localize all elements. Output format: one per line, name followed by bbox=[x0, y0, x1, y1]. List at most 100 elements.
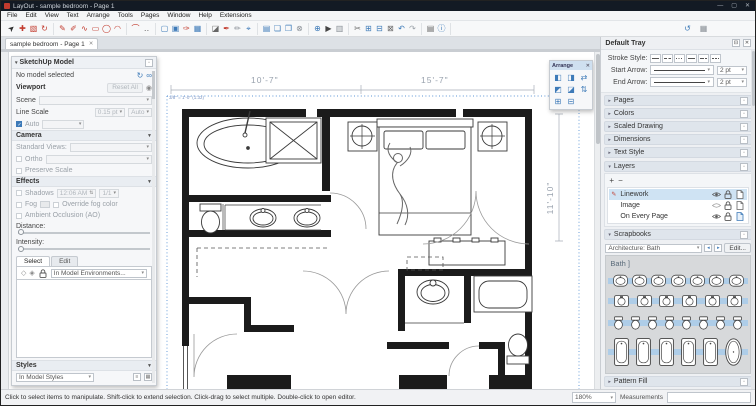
scrapbook-item-sink-oval[interactable] bbox=[690, 274, 705, 287]
freehand-tool-icon[interactable]: ∿ bbox=[79, 23, 90, 34]
cut-icon[interactable]: ✂ bbox=[352, 23, 363, 34]
send-to-back-icon[interactable]: ◩ bbox=[552, 84, 564, 95]
scrapbook-next-icon[interactable]: ▸ bbox=[714, 244, 722, 252]
scrapbook-item-tub[interactable] bbox=[703, 338, 718, 366]
bring-to-front-icon[interactable]: ◧ bbox=[552, 72, 564, 83]
space-objects-icon[interactable]: ⊟ bbox=[565, 96, 577, 107]
zoom-level-select[interactable]: 180%▾ bbox=[572, 392, 616, 403]
scrapbook-prev-icon[interactable]: ◂ bbox=[704, 244, 712, 252]
zoom-rectangle-tool-icon[interactable]: ▢ bbox=[159, 23, 170, 34]
undock-icon[interactable]: ▫ bbox=[740, 97, 748, 105]
layer-lock-icon[interactable] bbox=[723, 212, 733, 221]
pencil-tool-icon[interactable]: ✏ bbox=[232, 23, 243, 34]
duplicate-page-icon[interactable]: ❐ bbox=[283, 23, 294, 34]
ortho-scale-select[interactable]: ▾ bbox=[46, 155, 152, 164]
styles-list-view-icon[interactable]: ≡ bbox=[133, 373, 141, 381]
scrapbook-item-toilet[interactable] bbox=[681, 316, 692, 330]
stroke-dash-dot-button[interactable] bbox=[698, 54, 709, 63]
delete-page-icon[interactable]: ⊗ bbox=[294, 23, 305, 34]
circle-tool-icon[interactable]: ◯ bbox=[101, 23, 112, 34]
ambient-occlusion-checkbox[interactable] bbox=[16, 213, 22, 219]
styles-select[interactable]: In Model Styles▾ bbox=[16, 373, 94, 382]
layer-share-icon[interactable] bbox=[735, 190, 745, 199]
tray-pin-icon[interactable]: ⊡ bbox=[732, 39, 740, 47]
environment-icon[interactable]: ◇ bbox=[21, 269, 26, 277]
layer-lock-icon[interactable] bbox=[723, 190, 733, 199]
intensity-slider[interactable] bbox=[18, 248, 150, 250]
rectangle-tool-icon[interactable]: ▭ bbox=[90, 23, 101, 34]
scrapbook-item-toilet[interactable] bbox=[732, 316, 743, 330]
menu-arrange[interactable]: Arrange bbox=[83, 12, 114, 19]
scrapbook-item-sink-oval[interactable] bbox=[613, 274, 628, 287]
tray-scrollbar[interactable] bbox=[751, 50, 755, 389]
scrapbook-item-tub[interactable] bbox=[659, 338, 674, 366]
scrapbook-item-sink-basin[interactable] bbox=[682, 295, 697, 307]
save-template-icon[interactable]: ▥ bbox=[334, 23, 345, 34]
eraser-tool-icon[interactable]: ◪ bbox=[210, 23, 221, 34]
pattern-fill-undock-icon[interactable]: ▫ bbox=[740, 378, 748, 386]
layer-lock-icon[interactable] bbox=[723, 201, 733, 210]
insert-image-icon[interactable]: ▤ bbox=[261, 23, 272, 34]
scrapbook-item-tub[interactable] bbox=[636, 338, 651, 366]
tray-section-text-style[interactable]: ▸Text Style▫ bbox=[604, 147, 752, 158]
undock-icon[interactable]: ▫ bbox=[740, 149, 748, 157]
scrapbooks-undock-icon[interactable]: ▫ bbox=[740, 231, 748, 239]
layer-row-on-every-page[interactable]: On Every Page bbox=[609, 211, 747, 222]
label-tool-icon[interactable]: ▣ bbox=[170, 23, 181, 34]
undock-icon[interactable]: ▫ bbox=[740, 136, 748, 144]
measurements-input[interactable] bbox=[667, 392, 751, 403]
layer-row-image[interactable]: Image bbox=[609, 200, 747, 211]
reset-all-button[interactable]: Reset All bbox=[107, 83, 143, 93]
environment-lock-icon[interactable] bbox=[38, 269, 48, 278]
shadow-date-select[interactable]: 1/1▾ bbox=[99, 189, 119, 198]
layer-visibility-icon[interactable] bbox=[711, 213, 721, 220]
auto-render-checkbox[interactable] bbox=[16, 121, 22, 127]
refresh-icon[interactable]: ↻ bbox=[137, 71, 144, 80]
move-forward-icon[interactable]: ◨ bbox=[565, 72, 577, 83]
pattern-fill-section[interactable]: ▸ Pattern Fill ▫ bbox=[604, 376, 752, 387]
style-picker-tool-icon[interactable]: ⌖ bbox=[243, 23, 254, 34]
split-tool-icon[interactable]: ▧ bbox=[28, 23, 39, 34]
scrapbook-item-sink-basin[interactable] bbox=[727, 295, 742, 307]
scrapbook-item-tub-oval[interactable] bbox=[725, 338, 742, 366]
close-button[interactable]: ✕ bbox=[745, 3, 750, 9]
menu-tools[interactable]: Tools bbox=[114, 12, 137, 19]
send-to-sketchup-icon[interactable]: ↺ bbox=[682, 23, 693, 34]
arrange-close-icon[interactable]: ✕ bbox=[586, 63, 590, 69]
stroke-dot-button[interactable] bbox=[674, 54, 685, 63]
menu-file[interactable]: File bbox=[3, 12, 21, 19]
tray-header[interactable]: Default Tray ⊡ ✕ bbox=[601, 37, 755, 50]
scrapbook-item-toilet[interactable] bbox=[698, 316, 709, 330]
end-arrow-size-select[interactable]: 2 pt▾ bbox=[717, 78, 747, 87]
layers-undock-icon[interactable]: ▫ bbox=[740, 163, 748, 171]
move-backward-icon[interactable]: ◪ bbox=[565, 84, 577, 95]
styles-grid-view-icon[interactable]: ▦ bbox=[144, 373, 152, 381]
drawing-canvas[interactable]: 10'-7" 15'-7" 11'-10" 3/8" = 1'-0" (1:32… bbox=[1, 49, 600, 389]
add-page-icon[interactable]: ❏ bbox=[272, 23, 283, 34]
styles-section-header[interactable]: Styles▼ bbox=[12, 360, 156, 371]
menu-text[interactable]: Text bbox=[63, 12, 83, 19]
standard-views-select[interactable]: ▾ bbox=[70, 143, 152, 152]
layer-share-icon[interactable] bbox=[735, 201, 745, 210]
environments-select[interactable]: In Model Environments...▾ bbox=[51, 269, 147, 278]
tray-section-scaled-drawing[interactable]: ▸Scaled Drawing▫ bbox=[604, 121, 752, 132]
arc-tool-icon[interactable]: ◠ bbox=[112, 23, 123, 34]
start-arrow-size-select[interactable]: 2 pt▾ bbox=[717, 66, 747, 75]
start-arrow-style-select[interactable]: ▾ bbox=[650, 65, 714, 75]
ink-pen-tool-icon[interactable]: ✒ bbox=[221, 23, 232, 34]
tray-section-pages[interactable]: ▸Pages▫ bbox=[604, 95, 752, 106]
layer-visibility-icon[interactable] bbox=[711, 191, 721, 198]
scrapbook-item-toilet[interactable] bbox=[613, 316, 624, 330]
stroke-cap-square-button[interactable] bbox=[710, 54, 721, 63]
delete-icon[interactable]: ⊠ bbox=[385, 23, 396, 34]
scrapbook-item-sink-oval[interactable] bbox=[671, 274, 686, 287]
scrapbook-preview[interactable]: Bath ] bbox=[605, 255, 751, 374]
distance-slider[interactable] bbox=[18, 232, 150, 234]
fog-checkbox[interactable] bbox=[16, 202, 22, 208]
scrapbook-item-tub[interactable] bbox=[681, 338, 696, 366]
table-tool-icon[interactable]: ▦ bbox=[192, 23, 203, 34]
tab-close-icon[interactable]: ✕ bbox=[89, 41, 94, 47]
polyline-tool-icon[interactable]: ✐ bbox=[68, 23, 79, 34]
print-icon[interactable]: ▤ bbox=[425, 23, 436, 34]
flip-horizontal-icon[interactable]: ⇄ bbox=[578, 72, 590, 83]
